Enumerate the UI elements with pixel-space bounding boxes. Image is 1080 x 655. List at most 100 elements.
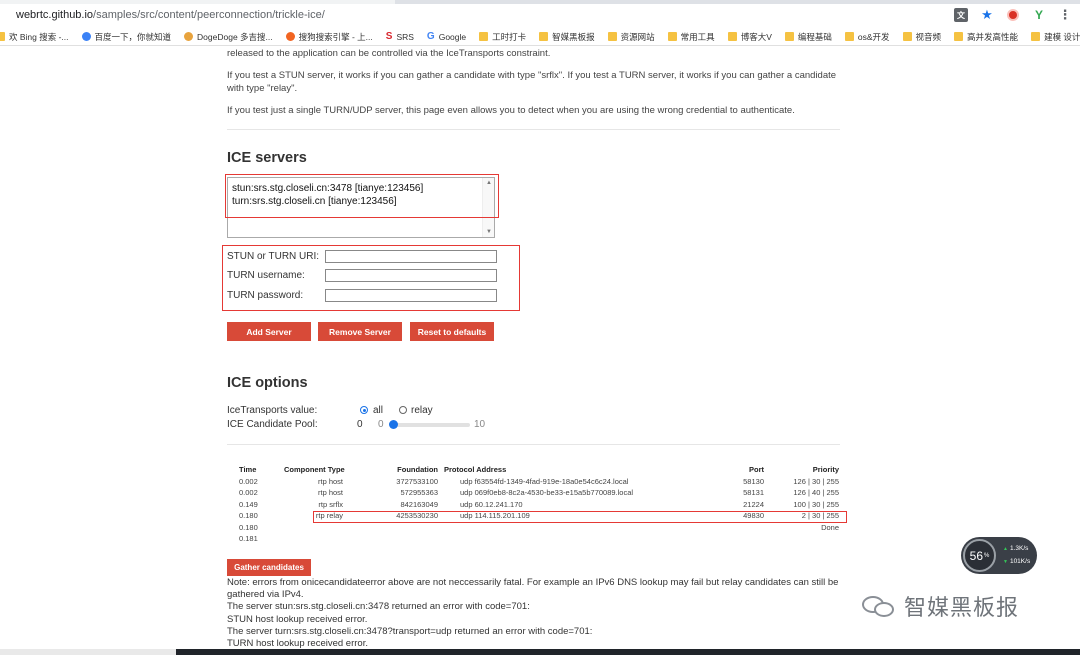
cell-priority: Done: [821, 522, 839, 532]
note-line: Note: errors from onicecandidateerror ab…: [227, 577, 839, 601]
add-server-button[interactable]: Add Server: [227, 322, 311, 341]
bookmark-label: os&开发: [857, 31, 890, 42]
radio-all[interactable]: [360, 406, 368, 414]
url-text[interactable]: webrtc.github.io/samples/src/content/pee…: [16, 9, 325, 21]
divider: [227, 444, 840, 445]
cell-time: 0.002: [239, 476, 258, 486]
bookmark-item[interactable]: G Google: [427, 31, 466, 42]
bookmark-star-icon[interactable]: ★: [980, 7, 994, 22]
folder-icon: [1031, 32, 1041, 41]
bookmark-item[interactable]: DogeDoge 多吉搜...: [184, 31, 273, 43]
bookmark-item[interactable]: 建模 设计和测试: [1031, 31, 1080, 43]
pool-min: 0: [378, 419, 384, 430]
extension-v-icon[interactable]: Y: [1032, 8, 1046, 22]
bookmark-item[interactable]: 编程基础: [784, 31, 832, 43]
reset-defaults-button[interactable]: Reset to defaults: [410, 322, 494, 341]
bookmark-label: 建模 设计和测试: [1044, 31, 1080, 42]
cell-foundation: 572955363: [400, 488, 438, 497]
pool-slider-track[interactable]: [390, 423, 470, 427]
bookmark-item[interactable]: 博客大V: [727, 31, 772, 43]
bookmark-label: 智媒黑板报: [552, 31, 595, 42]
ice-options-heading: ICE options: [227, 375, 308, 391]
bookmark-label: 搜狗搜索引擎 - 上...: [298, 31, 373, 42]
pool-label: ICE Candidate Pool:: [227, 419, 318, 430]
table-row: 0.149 rtp srflx 842163049 udp 60.12.241.170…: [227, 500, 840, 512]
bookmark-item[interactable]: 智媒黑板报: [539, 31, 595, 43]
folder-icon: [844, 32, 854, 41]
cell-time: 0.149: [239, 499, 258, 509]
bookmark-label: 资源网站: [620, 31, 655, 42]
cell-time: 0.180: [239, 511, 258, 520]
table-row: 0.181: [227, 534, 840, 546]
bookmark-item[interactable]: os&开发: [844, 31, 890, 43]
bookmark-label: 常用工具: [680, 31, 715, 42]
folder-icon: [667, 32, 677, 41]
cell-priority: 126 | 40 | 255: [793, 488, 839, 497]
note-line: The server turn:srs.stg.closeli.cn:3478?…: [227, 625, 593, 637]
bookmark-label: 工时打卡: [492, 31, 527, 42]
intro-paragraph-2: If you test just a single TURN/UDP serve…: [227, 105, 795, 116]
bookmark-item[interactable]: 高并发高性能: [954, 31, 1018, 43]
radio-all-label[interactable]: all: [373, 405, 383, 416]
cell-port: 58131: [743, 488, 764, 497]
pool-slider-thumb[interactable]: [389, 420, 398, 429]
table-row: 0.180 Done: [227, 523, 840, 535]
s-icon: S: [385, 31, 393, 42]
bookmark-label: 欢 Bing 搜索 -...: [9, 31, 69, 42]
header-time: Time: [239, 465, 257, 474]
transports-label: IceTransports value:: [227, 405, 318, 416]
annotation-box-servers: [225, 174, 499, 218]
divider: [227, 129, 840, 130]
header-component: Component Type: [284, 465, 345, 474]
bookmark-item[interactable]: 搜狗搜索引擎 - 上...: [285, 31, 373, 43]
extension-record-icon[interactable]: [1006, 8, 1020, 22]
bookmark-item[interactable]: S SRS: [386, 31, 414, 42]
folder-icon: [479, 32, 489, 41]
bookmark-item[interactable]: 视音频: [902, 31, 941, 43]
cell-time: 0.181: [239, 534, 258, 543]
address-bar[interactable]: webrtc.github.io/samples/src/content/pee…: [0, 4, 1080, 28]
cell-priority: 100 | 30 | 255: [793, 499, 839, 509]
annotation-box-form: [222, 245, 520, 311]
folder-icon: [0, 32, 5, 41]
header-port: Port: [749, 465, 764, 474]
cell-protocol: udp 60.12.241.170: [460, 499, 523, 509]
paw-icon: [81, 32, 91, 41]
ice-servers-heading: ICE servers: [227, 150, 307, 166]
folder-icon: [539, 32, 549, 41]
scroll-down-icon[interactable]: ▼: [486, 229, 492, 235]
bookmark-item[interactable]: 资源网站: [607, 31, 655, 43]
intro-paragraph-0: released to the application can be contr…: [227, 48, 551, 59]
cell-time: 0.002: [239, 488, 258, 497]
address-bar-actions: 文 ★ Y ⋮: [954, 7, 1072, 22]
table-header: Time Component Type Foundation Protocol …: [227, 465, 840, 477]
cell-time: 0.180: [239, 522, 258, 532]
url-host: webrtc.github.io: [16, 9, 94, 21]
header-protocol: Protocol Address: [444, 465, 507, 474]
url-path: /samples/src/content/peerconnection/tric…: [93, 9, 325, 21]
bookmark-label: 博客大V: [740, 31, 772, 42]
cell-priority: 126 | 30 | 255: [793, 476, 839, 486]
header-priority: Priority: [812, 465, 839, 474]
folder-icon: [954, 32, 964, 41]
remove-server-button[interactable]: Remove Server: [318, 322, 402, 341]
cell-foundation: 3727533100: [396, 476, 438, 486]
cell-foundation: 842163049: [400, 499, 438, 509]
menu-more-icon[interactable]: ⋮: [1058, 7, 1072, 22]
wechat-icon: [862, 592, 898, 620]
bookmark-item[interactable]: 百度一下，你就知道: [81, 31, 171, 43]
cell-protocol: udp 069f0eb8-8c2a-4530-be33-e15a5b770089…: [460, 488, 634, 497]
candidates-table: Time Component Type Foundation Protocol …: [227, 465, 840, 546]
network-speed-widget[interactable]: 56% 1.3K/s 101K/s: [961, 537, 1037, 574]
download-speed: 101K/s: [1003, 558, 1030, 565]
radio-relay-label[interactable]: relay: [411, 405, 433, 416]
translate-icon[interactable]: 文: [954, 8, 968, 22]
radio-relay[interactable]: [399, 406, 407, 414]
note-line: The server stun:srs.stg.closeli.cn:3478 …: [227, 601, 530, 613]
bookmark-item[interactable]: 常用工具: [667, 31, 715, 43]
annotation-box-relay-row: [313, 511, 847, 523]
bookmark-item[interactable]: 欢 Bing 搜索 -...: [0, 31, 69, 43]
gather-candidates-button[interactable]: Gather candidates: [227, 559, 311, 576]
watermark: 智媒黑板报: [862, 590, 1019, 622]
bookmark-item[interactable]: 工时打卡: [479, 31, 526, 43]
